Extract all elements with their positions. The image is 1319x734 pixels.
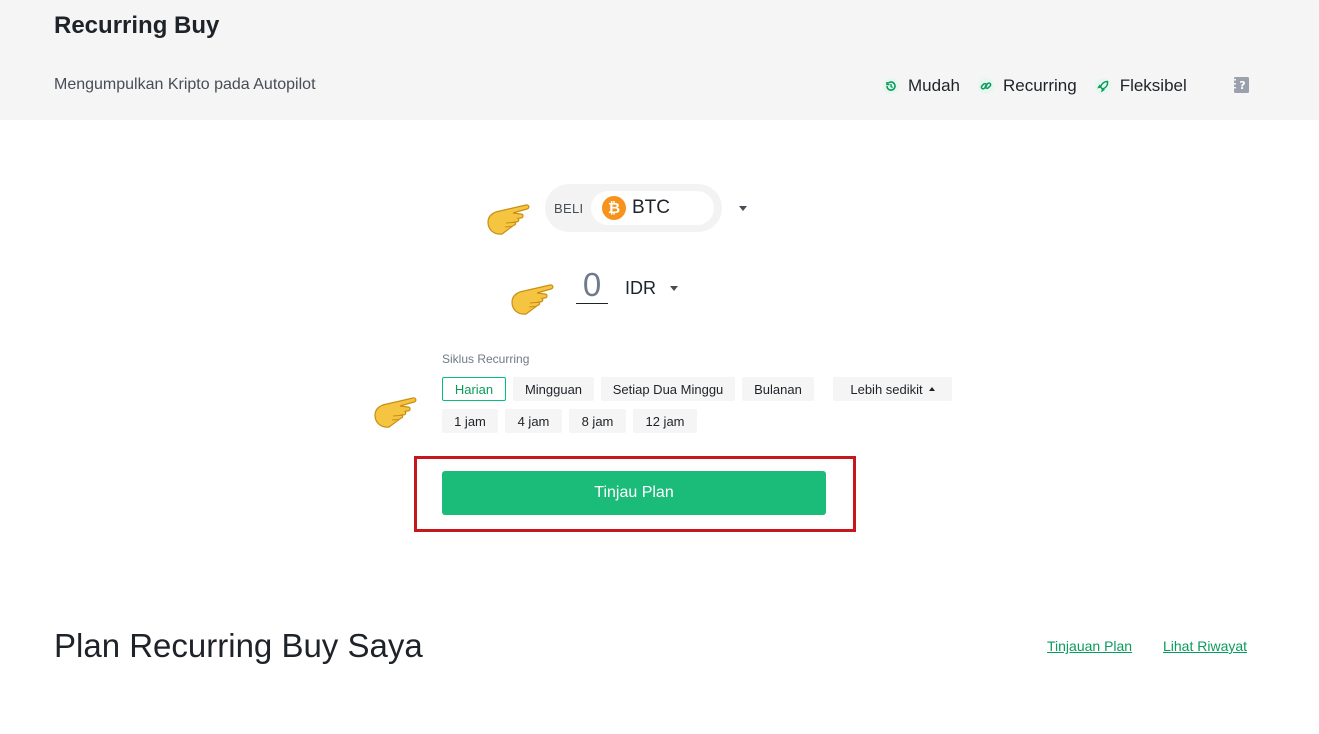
feature-flexible: Fleksibel xyxy=(1094,76,1187,96)
hour-option-4[interactable]: 4 jam xyxy=(505,409,562,433)
bitcoin-icon: ₿ xyxy=(602,196,626,220)
recurring-cycle-label: Siklus Recurring xyxy=(442,352,530,366)
feature-easy: Mudah xyxy=(882,76,960,96)
rocket-icon xyxy=(1094,77,1112,95)
plan-overview-link[interactable]: Tinjauan Plan xyxy=(1047,638,1132,654)
coin-dropdown[interactable]: ₿ BTC xyxy=(591,191,747,225)
pointing-hand-icon xyxy=(484,200,534,240)
feature-recurring: Recurring xyxy=(977,76,1077,96)
hour-option-1[interactable]: 1 jam xyxy=(442,409,498,433)
clock-icon xyxy=(882,77,900,95)
show-less-toggle[interactable]: Lebih sedikit xyxy=(833,377,952,401)
help-book-icon[interactable]: ? xyxy=(1233,76,1250,94)
feature-easy-label: Mudah xyxy=(908,76,960,95)
buy-label: BELI xyxy=(554,201,584,216)
cycle-option-weekly[interactable]: Mingguan xyxy=(513,377,594,401)
link-icon xyxy=(977,77,995,95)
cycle-option-biweekly[interactable]: Setiap Dua Minggu xyxy=(601,377,735,401)
review-plan-button[interactable]: Tinjau Plan xyxy=(442,471,826,515)
chevron-up-icon xyxy=(928,387,935,391)
pointing-hand-icon xyxy=(508,280,558,320)
show-less-label: Lebih sedikit xyxy=(850,381,923,397)
chevron-down-icon[interactable] xyxy=(670,286,678,291)
my-plans-title: Plan Recurring Buy Saya xyxy=(54,627,423,664)
cycle-option-daily[interactable]: Harian xyxy=(442,377,506,401)
page-subtitle: Mengumpulkan Kripto pada Autopilot xyxy=(54,76,316,93)
coin-name: BTC xyxy=(632,197,670,218)
page-title: Recurring Buy xyxy=(54,12,220,39)
buy-coin-selector: BELI ₿ BTC xyxy=(545,184,747,232)
svg-text:?: ? xyxy=(1239,79,1245,92)
feature-list: Mudah Recurring Fleksibel xyxy=(882,74,1204,98)
chevron-down-icon xyxy=(739,206,747,211)
currency-dropdown[interactable]: IDR xyxy=(625,278,656,299)
hour-option-12[interactable]: 12 jam xyxy=(633,409,697,433)
header-banner: Recurring Buy Mengumpulkan Kripto pada A… xyxy=(0,0,1319,120)
pointing-hand-icon xyxy=(371,393,421,433)
feature-recurring-label: Recurring xyxy=(1002,76,1077,95)
hour-option-8[interactable]: 8 jam xyxy=(569,409,626,433)
amount-input[interactable] xyxy=(576,266,608,304)
cycle-option-monthly[interactable]: Bulanan xyxy=(742,377,814,401)
view-history-link[interactable]: Lihat Riwayat xyxy=(1163,638,1247,654)
feature-flexible-label: Fleksibel xyxy=(1119,76,1187,95)
